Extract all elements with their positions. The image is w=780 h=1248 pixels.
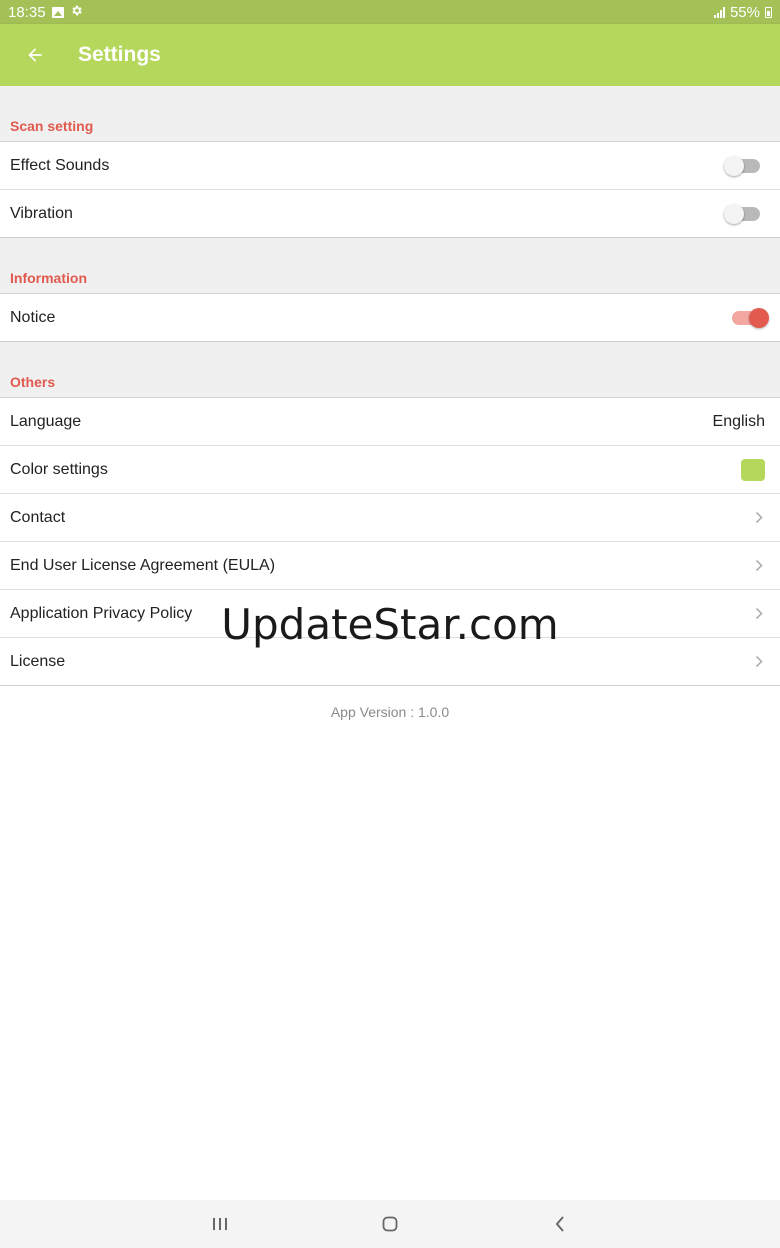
effect-sounds-label: Effect Sounds — [10, 156, 110, 174]
back-button[interactable] — [0, 24, 70, 86]
chevron-right-icon — [754, 511, 764, 525]
arrow-left-icon — [28, 48, 42, 62]
vibration-toggle[interactable] — [724, 203, 760, 224]
color-settings-row[interactable]: Color settings — [0, 446, 780, 494]
settings-list: Scan setting Effect Sounds Vibration Inf… — [0, 86, 780, 720]
section-header-information: Information — [0, 238, 780, 294]
effect-sounds-row[interactable]: Effect Sounds — [0, 142, 780, 190]
language-value: English — [712, 412, 765, 430]
nav-back-button[interactable] — [475, 1200, 645, 1248]
vibration-label: Vibration — [10, 204, 73, 222]
language-row[interactable]: Language English — [0, 398, 780, 446]
image-icon — [51, 6, 64, 18]
effect-sounds-toggle[interactable] — [724, 155, 760, 176]
contact-row[interactable]: Contact — [0, 494, 780, 542]
app-version: App Version : 1.0.0 — [330, 704, 450, 720]
eula-row[interactable]: End User License Agreement (EULA) — [0, 542, 780, 590]
notice-row[interactable]: Notice — [0, 294, 780, 342]
home-button[interactable] — [305, 1200, 475, 1248]
battery-percent: 55% — [729, 3, 760, 21]
status-time: 18:35 — [8, 3, 46, 21]
vibration-row[interactable]: Vibration — [0, 190, 780, 238]
toggle-thumb — [724, 155, 744, 176]
privacy-policy-row[interactable]: Application Privacy Policy — [0, 590, 780, 638]
gear-icon — [70, 4, 83, 21]
notice-toggle[interactable] — [732, 307, 769, 328]
chevron-right-icon — [754, 607, 764, 621]
status-bar: 18:35 55% — [0, 0, 780, 24]
license-row[interactable]: License — [0, 638, 780, 686]
license-label: License — [10, 652, 66, 670]
system-nav-bar — [0, 1200, 780, 1248]
color-swatch[interactable] — [741, 458, 765, 481]
signal-icon — [713, 6, 725, 18]
color-settings-label: Color settings — [10, 460, 108, 478]
contact-label: Contact — [10, 508, 66, 526]
recent-apps-button[interactable] — [135, 1200, 305, 1248]
eula-label: End User License Agreement (EULA) — [10, 556, 276, 574]
toggle-thumb — [749, 307, 769, 328]
notice-label: Notice — [10, 308, 56, 326]
chevron-right-icon — [754, 559, 764, 573]
section-header-others: Others — [0, 342, 780, 398]
home-icon — [382, 1216, 398, 1232]
page-title: Settings — [78, 43, 161, 66]
section-header-scan-setting: Scan setting — [0, 86, 780, 142]
battery-icon — [765, 6, 772, 18]
back-icon — [555, 1216, 564, 1232]
app-bar: Settings — [0, 24, 780, 86]
recent-apps-icon — [213, 1218, 227, 1230]
language-label: Language — [10, 412, 82, 430]
chevron-right-icon — [754, 655, 764, 669]
privacy-policy-label: Application Privacy Policy — [10, 604, 193, 622]
toggle-thumb — [724, 203, 744, 224]
